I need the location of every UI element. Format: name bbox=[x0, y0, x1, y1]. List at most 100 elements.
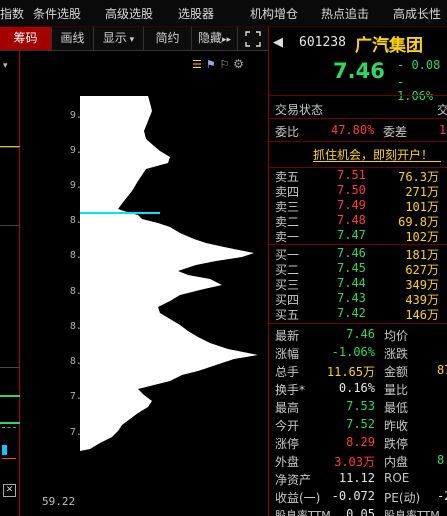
trade-status-right: 交 bbox=[437, 103, 447, 117]
stat-avg-label: 均价 bbox=[384, 329, 409, 343]
simple-button[interactable]: 简约 bbox=[144, 27, 192, 50]
tab-chips[interactable]: 筹码 bbox=[0, 27, 52, 50]
chart-toolbar: 筹码 画线 显示 ▾ 简约 隐藏▸▸ bbox=[0, 27, 268, 51]
bid-diff-label: 委差 bbox=[383, 125, 408, 139]
quote-panel: ◀ 601238 广汽集团 7.46 - 0.08 - 1.06% 交易状态 交… bbox=[268, 27, 447, 516]
stat-dividend-label: 股息率TTM bbox=[275, 509, 331, 516]
stat-outer-label: 外盘 bbox=[275, 455, 300, 469]
stat-change-pct-value: -1.06% bbox=[331, 345, 375, 359]
stat-inner-label: 内盘 bbox=[384, 455, 409, 469]
close-icon[interactable]: ✕ bbox=[3, 484, 16, 497]
stat-latest-label: 最新 bbox=[275, 329, 300, 343]
sell-3-price: 7.49 bbox=[337, 198, 366, 212]
buy-1-price: 7.46 bbox=[337, 246, 366, 260]
dashed-line bbox=[2, 427, 16, 428]
stat-limit-down-label: 跌停 bbox=[384, 437, 409, 451]
stat-amount-value: 87 bbox=[437, 363, 447, 377]
stat-prev-close-label: 昨收 bbox=[384, 419, 409, 433]
stat-amount-label: 金额 bbox=[384, 365, 409, 379]
double-chevron-icon: ▸▸ bbox=[221, 35, 232, 45]
stock-name: 广汽集团 bbox=[355, 36, 423, 56]
sell-1-volume: 102万 bbox=[405, 230, 439, 244]
menu-institution-increase[interactable]: 机构增仓 bbox=[250, 5, 298, 22]
expand-icon[interactable] bbox=[238, 27, 268, 50]
buy-5-price: 7.42 bbox=[337, 306, 366, 320]
stat-limit-up-label: 涨停 bbox=[275, 437, 300, 451]
left-chart-strip: ▾ ✕ bbox=[0, 27, 20, 516]
sell-1-price: 7.47 bbox=[337, 228, 366, 242]
stat-turnover-value: 0.16% bbox=[338, 381, 375, 395]
stat-net-assets-label: 净资产 bbox=[275, 473, 312, 487]
average-cost-line bbox=[80, 212, 160, 214]
divider bbox=[269, 141, 447, 142]
menu-stock-picker[interactable]: 选股器 bbox=[178, 5, 214, 22]
buy-4-price: 7.43 bbox=[337, 291, 366, 305]
stat-high-value: 7.53 bbox=[346, 399, 375, 413]
display-dropdown[interactable]: 显示 ▾ bbox=[94, 27, 144, 50]
dropdown-caret-icon[interactable]: ▾ bbox=[3, 61, 8, 71]
stat-volume-ratio-label: 量比 bbox=[384, 383, 409, 397]
top-menu-bar: 指数 条件选股 高级选股 选股器 机构增仓 热点追击 高成长性 bbox=[0, 0, 447, 27]
stat-open-label: 今开 bbox=[275, 419, 300, 433]
stat-dividend-value: 0.05 bbox=[346, 507, 375, 516]
chip-bottom-value: 59.22 bbox=[42, 495, 76, 508]
volume-bar bbox=[2, 445, 7, 455]
stat-volume-label: 总手 bbox=[275, 365, 300, 379]
stat-low-label: 最低 bbox=[384, 401, 409, 415]
grid-line bbox=[0, 225, 20, 226]
sell-1-label: 卖一 bbox=[275, 230, 300, 244]
sell-4-price: 7.50 bbox=[337, 183, 366, 197]
menu-index[interactable]: 指数 bbox=[0, 5, 24, 22]
hide-button[interactable]: 隐藏▸▸ bbox=[192, 27, 238, 50]
down-bar bbox=[0, 395, 20, 397]
stat-outer-value: 3.03万 bbox=[334, 455, 375, 469]
stat-turnover-label: 换手* bbox=[275, 383, 306, 397]
stat-eps-value: -0.072 bbox=[331, 489, 375, 503]
price-change: - 0.08 bbox=[397, 58, 441, 72]
chip-distribution-chart: ☰ ⚑ ⚐ ⚙ 9.40 9.20 9.00 8.80 8.60 8.40 8.… bbox=[20, 51, 268, 516]
latest-price: 7.46 bbox=[333, 59, 385, 83]
price-change-pct: - 1.06% bbox=[397, 75, 434, 103]
menu-high-growth[interactable]: 高成长性 bbox=[393, 5, 441, 22]
stat-dividend-label-2: 股息率TTM bbox=[384, 509, 440, 516]
stat-roe-label: ROE bbox=[384, 471, 410, 485]
stat-latest-value: 7.46 bbox=[346, 327, 375, 341]
prev-stock-icon[interactable]: ◀ bbox=[273, 35, 283, 50]
stat-inner-value: 8. bbox=[437, 453, 447, 467]
stat-limit-up-value: 8.29 bbox=[346, 435, 375, 449]
trade-status-label: 交易状态 bbox=[275, 103, 324, 117]
buy-5-label: 买五 bbox=[275, 308, 300, 322]
chip-profile bbox=[80, 96, 258, 451]
sell-5-price: 7.51 bbox=[337, 168, 366, 182]
stat-change-pct-label: 涨幅 bbox=[275, 347, 300, 361]
grid-line bbox=[0, 147, 20, 148]
stat-pe-value: -2 bbox=[437, 489, 447, 503]
menu-condition-select[interactable]: 条件选股 bbox=[33, 5, 81, 22]
stock-code: 601238 bbox=[299, 35, 346, 50]
menu-hotspot-track[interactable]: 热点追击 bbox=[321, 5, 369, 22]
stat-eps-label: 收益(一) bbox=[275, 491, 321, 505]
stat-open-value: 7.52 bbox=[346, 417, 375, 431]
price-level-line bbox=[0, 146, 20, 147]
stat-pe-label: PE(动) bbox=[384, 491, 421, 505]
menu-advanced-select[interactable]: 高级选股 bbox=[105, 5, 153, 22]
bid-ratio-label: 委比 bbox=[275, 125, 300, 139]
stat-change-label: 涨跌 bbox=[384, 347, 409, 361]
promo-underline bbox=[313, 161, 441, 162]
up-bar bbox=[2, 458, 16, 459]
divider bbox=[269, 244, 447, 245]
display-label: 显示 bbox=[102, 31, 127, 45]
buy-2-price: 7.45 bbox=[337, 261, 366, 275]
buy-5-volume: 146万 bbox=[405, 308, 439, 322]
buy-3-price: 7.44 bbox=[337, 276, 366, 290]
divider bbox=[269, 323, 447, 324]
divider bbox=[269, 95, 447, 96]
stat-high-label: 最高 bbox=[275, 401, 300, 415]
bid-ratio-value: 47.80% bbox=[331, 123, 375, 137]
tab-draw-line[interactable]: 画线 bbox=[52, 27, 94, 50]
grid-line bbox=[0, 367, 20, 368]
bid-diff-value: 1 bbox=[439, 123, 447, 137]
hide-label: 隐藏 bbox=[197, 31, 222, 45]
chevron-down-icon: ▾ bbox=[126, 35, 135, 45]
down-bar bbox=[0, 422, 20, 424]
